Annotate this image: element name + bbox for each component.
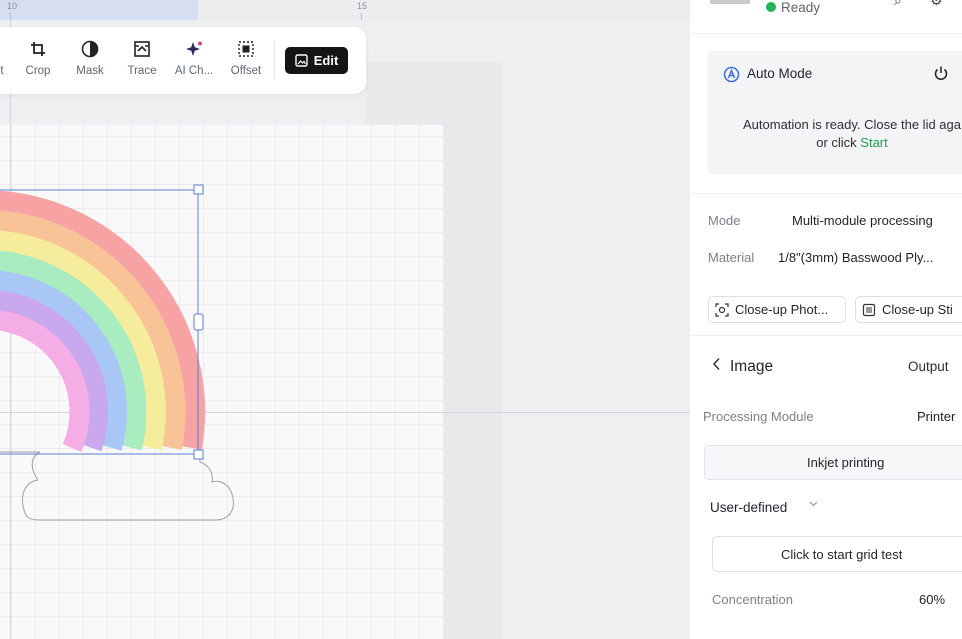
ruler-mark: 15 (357, 1, 368, 11)
closeup-photo-label: Close-up Phot... (735, 302, 829, 317)
resize-handle-right (193, 313, 204, 331)
divider (690, 335, 962, 336)
material-value[interactable]: 1/8"(3mm) Basswood Ply... (778, 250, 933, 265)
mode-value[interactable]: Multi-module processing (792, 213, 933, 228)
closeup-photo-button[interactable]: Close-up Phot... (708, 296, 846, 323)
status-dot-icon (766, 2, 776, 12)
ai-sparkle-icon (185, 39, 203, 59)
start-link[interactable]: Start (860, 135, 887, 150)
resize-handle-bottom-right (193, 449, 204, 460)
tool-label: Trace (127, 65, 157, 77)
stitch-icon (862, 303, 876, 316)
tool-crop[interactable]: Crop (10, 27, 66, 94)
back-chevron-icon[interactable] (712, 357, 721, 374)
image-edit-toolbar: t Crop Mask Trace AI Ch... Offset Edit (0, 27, 366, 94)
header-settings-icon[interactable]: ⚙ (930, 0, 943, 9)
top-ruler: 10 15 (0, 0, 690, 20)
image-edit-icon (295, 54, 308, 67)
ruler-tick (361, 13, 362, 20)
processing-module-value[interactable]: Printer (917, 409, 955, 424)
closeup-stitch-button[interactable]: Close-up Sti (855, 296, 962, 323)
ruler-selection-highlight (0, 0, 198, 20)
auto-mode-icon (723, 66, 740, 88)
toolbar-divider (274, 41, 275, 79)
trace-icon (133, 39, 151, 59)
auto-mode-message: Automation is ready. Close the lid aga o… (707, 116, 962, 152)
edit-button[interactable]: Edit (285, 47, 348, 74)
processing-module-label: Processing Module (703, 409, 814, 424)
power-icon[interactable] (933, 65, 949, 86)
crop-icon (30, 39, 46, 59)
tool-label: AI Ch... (174, 65, 214, 77)
ruler-mark: 10 (7, 1, 18, 11)
inkjet-printing-option[interactable]: Inkjet printing (704, 445, 962, 480)
closeup-stitch-label: Close-up Sti (882, 302, 953, 317)
auto-message-line2: or click Start (717, 134, 962, 152)
ruler-tick (10, 13, 11, 20)
tool-label: Offset (230, 65, 262, 77)
preset-select[interactable]: User-defined (710, 500, 787, 515)
edit-button-label: Edit (313, 53, 339, 68)
tool-offset[interactable]: Offset (218, 27, 274, 94)
tool-label: Crop (25, 65, 51, 77)
image-section-title: Image (730, 358, 774, 375)
concentration-value[interactable]: 60% (919, 592, 945, 607)
right-settings-panel: Ready ⌕ ⚙ Auto Mode Automation is ready.… (690, 0, 962, 639)
tool-mask[interactable]: Mask (62, 27, 118, 94)
divider (690, 193, 962, 194)
rainbow-sticker-artwork[interactable] (0, 180, 260, 525)
auto-message-prefix: or click (816, 135, 861, 150)
header-action-icon[interactable]: ⌕ (894, 0, 902, 9)
chevron-down-icon[interactable] (808, 498, 819, 512)
auto-message-line1: Automation is ready. Close the lid aga (743, 117, 961, 132)
grid-test-button[interactable]: Click to start grid test (712, 536, 962, 572)
resize-handle-top-right (193, 184, 204, 195)
rainbow-bands (0, 190, 206, 452)
device-thumbnail (710, 0, 750, 4)
tool-label: Mask (76, 65, 104, 77)
divider (690, 33, 962, 34)
offset-icon (237, 39, 255, 59)
tool-ai-change[interactable]: AI Ch... (166, 27, 222, 94)
output-tab[interactable]: Output (908, 359, 949, 374)
tool-label: t (0, 65, 4, 77)
mask-icon (81, 39, 99, 59)
auto-mode-title: Auto Mode (747, 66, 813, 81)
design-canvas-area[interactable]: 10 15 t Crop Mask Trace AI Ch... Offset … (0, 0, 690, 639)
mode-label: Mode (708, 213, 741, 228)
concentration-label: Concentration (712, 592, 793, 607)
auto-mode-card: Auto Mode Automation is ready. Close the… (707, 51, 962, 174)
tool-trace[interactable]: Trace (114, 27, 170, 94)
material-label: Material (708, 250, 755, 265)
camera-focus-icon (715, 302, 729, 317)
device-status: Ready (781, 0, 821, 15)
